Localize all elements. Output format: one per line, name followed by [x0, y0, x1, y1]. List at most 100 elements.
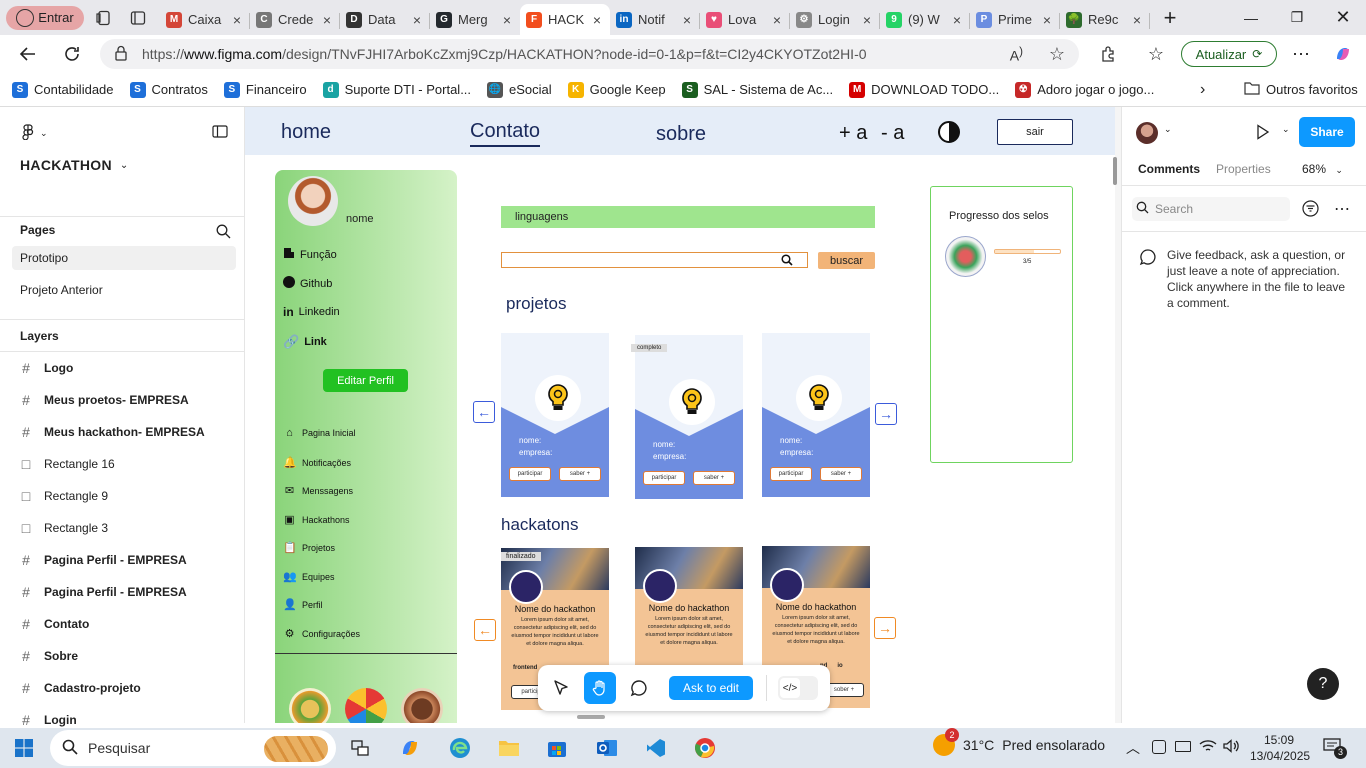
weather-widget[interactable]: 2 31°C Pred ensolarado: [933, 728, 1105, 756]
favorites-icon[interactable]: ☆: [1138, 36, 1174, 72]
more-icon[interactable]: ⋯: [1334, 199, 1350, 219]
profile-button[interactable]: Entrar: [6, 5, 84, 30]
minimize-button[interactable]: —: [1228, 0, 1274, 35]
profile-menu-item[interactable]: ✉ Menssagens: [283, 484, 353, 497]
start-button[interactable]: [4, 728, 44, 768]
layer-item[interactable]: □ Rectangle 3: [0, 512, 244, 544]
participate-button[interactable]: participar: [770, 467, 812, 481]
layer-item[interactable]: # Meus hackathon- EMPRESA: [0, 416, 244, 448]
profile-link-link[interactable]: 🔗 Link: [283, 334, 327, 350]
search-button[interactable]: buscar: [818, 252, 875, 269]
bookmark-item[interactable]: d Suporte DTI - Portal...: [315, 81, 479, 98]
tab-close-icon[interactable]: ×: [230, 12, 244, 28]
page-item-prototipo[interactable]: Prototipo: [12, 246, 236, 270]
profile-menu-item[interactable]: ▣ Hackathons: [283, 513, 349, 526]
layer-item[interactable]: # Meus proetos- EMPRESA: [0, 384, 244, 416]
profile-menu-item[interactable]: 📋 Projetos: [283, 541, 335, 554]
contrast-icon[interactable]: [937, 120, 961, 147]
ask-to-edit-button[interactable]: Ask to edit: [669, 676, 753, 700]
layer-item[interactable]: # Logo: [0, 352, 244, 384]
edit-profile-button[interactable]: Editar Perfil: [323, 369, 408, 392]
edge-taskbar-icon[interactable]: [440, 728, 480, 768]
browser-tab[interactable]: M Caixa ×: [160, 5, 250, 35]
layer-item[interactable]: # Sobre: [0, 640, 244, 672]
participate-button[interactable]: participar: [643, 471, 685, 485]
tab-close-icon[interactable]: ×: [590, 12, 604, 28]
tab-comments[interactable]: Comments: [1138, 162, 1200, 176]
browser-tab[interactable]: ♥ Lova ×: [700, 5, 790, 35]
nav-sobre[interactable]: sobre: [656, 123, 706, 146]
projects-next-arrow[interactable]: →: [875, 403, 897, 425]
hackathons-next-arrow[interactable]: →: [874, 617, 896, 639]
page-item-projeto-anterior[interactable]: Projeto Anterior: [12, 278, 236, 302]
dev-mode-toggle[interactable]: </>: [778, 676, 818, 700]
profile-menu-item[interactable]: 👤 Perfil: [283, 598, 323, 611]
font-decrease[interactable]: - a: [881, 122, 904, 145]
tray-app-icon[interactable]: [1152, 740, 1166, 754]
browser-tab[interactable]: 🌳 Re9c ×: [1060, 5, 1150, 35]
know-more-button[interactable]: saber +: [693, 471, 735, 485]
know-more-button[interactable]: saber +: [820, 467, 862, 481]
hackathon-action-button[interactable]: sober +: [824, 683, 864, 697]
move-tool-icon[interactable]: [552, 679, 570, 700]
bookmark-item[interactable]: 🌐 eSocial: [479, 81, 560, 98]
browser-tab[interactable]: D Data ×: [340, 5, 430, 35]
back-button[interactable]: [10, 36, 46, 72]
outlook-icon[interactable]: [587, 728, 627, 768]
help-button[interactable]: ?: [1307, 668, 1339, 700]
profile-link-funcao[interactable]: Função: [283, 247, 337, 262]
layer-item[interactable]: # Cadastro-projeto: [0, 672, 244, 704]
bookmark-item[interactable]: ☢ Adoro jogar o jogo...: [1007, 81, 1162, 98]
browser-tab[interactable]: ⚙ Login ×: [790, 5, 880, 35]
hackathons-prev-arrow[interactable]: ←: [474, 619, 496, 641]
profile-menu-item[interactable]: 👥 Equipes: [283, 570, 335, 583]
figma-canvas[interactable]: home Contato sobre + a - a sair nome Fun…: [245, 107, 1121, 723]
layer-item[interactable]: □ Rectangle 16: [0, 448, 244, 480]
tab-close-icon[interactable]: ×: [500, 12, 514, 28]
share-button[interactable]: Share: [1299, 117, 1355, 147]
layer-item[interactable]: # Contato: [0, 608, 244, 640]
extensions-icon[interactable]: [1090, 36, 1126, 72]
update-button[interactable]: Atualizar ⟳: [1181, 41, 1277, 67]
browser-tab[interactable]: C Crede ×: [250, 5, 340, 35]
tab-close-icon[interactable]: ×: [1040, 12, 1054, 28]
profile-menu-item[interactable]: ⚙ Configurações: [283, 627, 360, 640]
maximize-button[interactable]: ❐: [1274, 0, 1320, 35]
vscode-icon[interactable]: [636, 728, 676, 768]
url-field[interactable]: https://www.figma.com/design/TNvFJHI7Arb…: [100, 39, 1079, 69]
design-frame[interactable]: home Contato sobre + a - a sair nome Fun…: [245, 107, 1115, 723]
file-name-button[interactable]: HACKATHON ⌄: [20, 157, 128, 173]
profile-menu-item[interactable]: 🔔 Notificações: [283, 456, 351, 469]
bookmarks-more-icon[interactable]: ›: [1200, 81, 1205, 99]
wifi-icon[interactable]: [1199, 738, 1217, 757]
browser-tab[interactable]: F HACK ×: [520, 4, 610, 35]
new-tab-button[interactable]: +: [1156, 4, 1184, 32]
task-view-icon[interactable]: [340, 728, 380, 768]
other-favorites[interactable]: Outros favoritos: [1236, 81, 1366, 98]
profile-menu-item[interactable]: ⌂ Pagina Inicial: [283, 427, 355, 439]
tray-display-icon[interactable]: [1175, 741, 1191, 752]
user-avatar[interactable]: [1136, 122, 1158, 144]
bookmark-item[interactable]: K Google Keep: [560, 81, 674, 98]
favorite-star-icon[interactable]: ☆: [1049, 44, 1065, 65]
tab-properties[interactable]: Properties: [1216, 162, 1271, 176]
tab-close-icon[interactable]: ×: [770, 12, 784, 28]
more-options-icon[interactable]: ⋯: [1283, 36, 1319, 72]
profile-link-github[interactable]: Github: [283, 276, 332, 291]
bookmark-item[interactable]: M DOWNLOAD TODO...: [841, 81, 1007, 98]
project-card[interactable]: nome: empresa: participar saber +: [762, 333, 870, 497]
logout-button[interactable]: sair: [997, 119, 1073, 145]
toggle-sidebar-icon[interactable]: [212, 125, 228, 141]
tab-close-icon[interactable]: ×: [680, 12, 694, 28]
workspaces-icon[interactable]: [90, 4, 118, 32]
bookmark-item[interactable]: S Contratos: [122, 81, 216, 98]
figma-menu-button[interactable]: ⌄: [22, 124, 48, 143]
browser-tab[interactable]: P Prime ×: [970, 5, 1060, 35]
bookmark-item[interactable]: S Financeiro: [216, 81, 315, 98]
browser-tab[interactable]: G Merg ×: [430, 5, 520, 35]
file-explorer-icon[interactable]: [489, 728, 529, 768]
chevron-down-icon[interactable]: ⌄: [1282, 124, 1290, 135]
design-search-input[interactable]: [501, 252, 808, 268]
play-icon[interactable]: [1256, 124, 1270, 143]
layer-item[interactable]: □ Rectangle 9: [0, 480, 244, 512]
